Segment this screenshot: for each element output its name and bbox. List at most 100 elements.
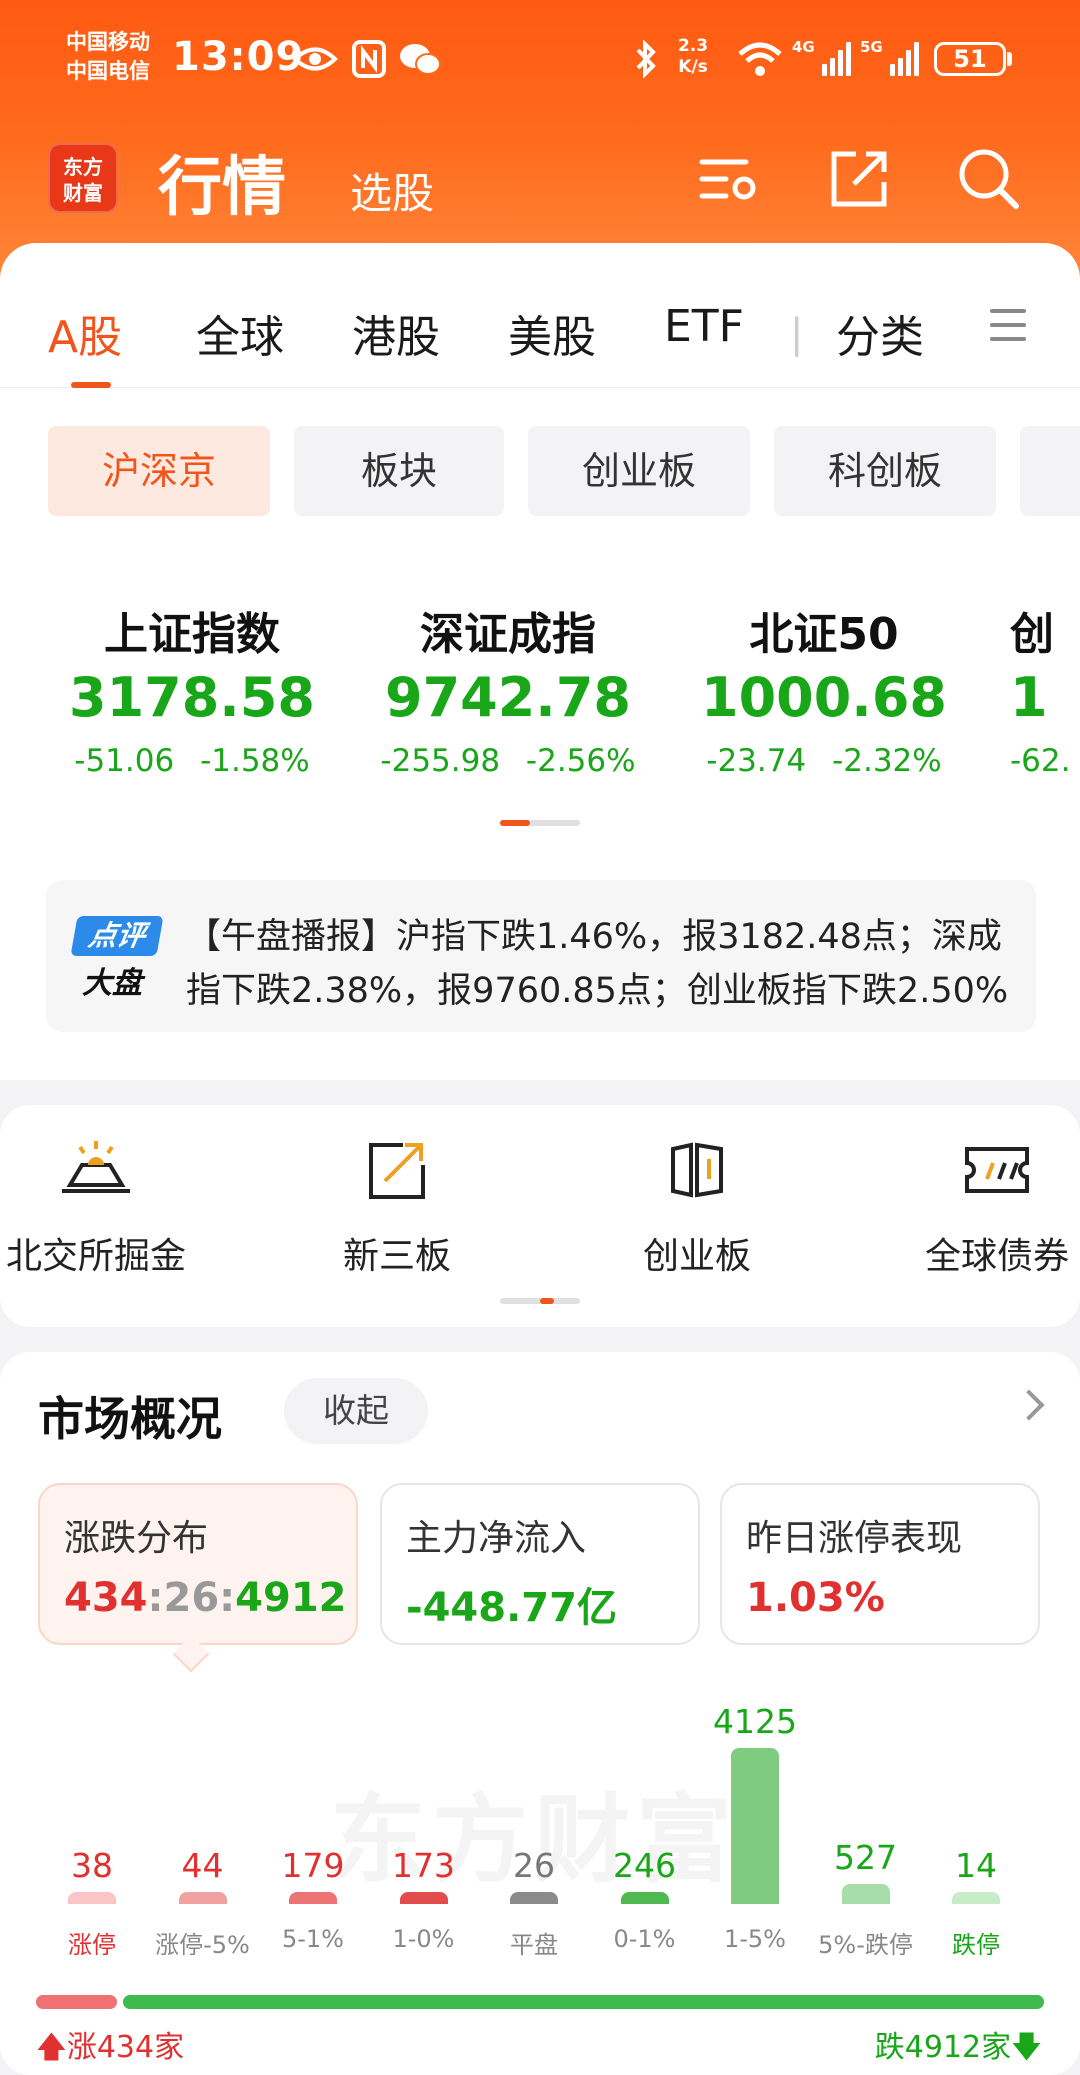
distribution-bar-value: 44 [181, 1846, 224, 1885]
index-change-abs: -23.74 [706, 743, 807, 779]
distribution-bar-label: 5%-跌停 [818, 1931, 913, 1959]
stat-yesterday-limit-up[interactable]: 昨日涨停表现 1.03% [720, 1483, 1040, 1645]
distribution-bar-label: 1-5% [723, 1925, 786, 1953]
commentary-badge-icon: 点评 大盘 [70, 916, 164, 1001]
distribution-bar-label: 涨停 [68, 1931, 116, 1959]
index-value: 9742.78 [385, 666, 631, 729]
index-value: 1000.68 [701, 666, 947, 729]
up-count: 434 [64, 1575, 148, 1621]
quick-entry-neeq[interactable]: 新三板 [267, 1135, 527, 1279]
index-card-szse[interactable]: 深证成指 9742.78 -255.98 -2.56% [358, 598, 658, 779]
battery-icon: 51 [934, 42, 1006, 76]
down-count: 4912 [235, 1575, 347, 1621]
index-card-sse[interactable]: 上证指数 3178.58 -51.06 -1.58% [42, 598, 342, 779]
distribution-bar-value: 246 [613, 1846, 676, 1885]
carrier-1: 中国移动 [66, 30, 150, 54]
stat-label: 主力净流入 [406, 1518, 587, 1559]
quick-entry-card: 北交所掘金 新三板 创业板 全球债券 [0, 1105, 1080, 1327]
commentary-badge-top: 点评 [70, 916, 164, 956]
tab-category[interactable]: 分类 [836, 301, 924, 365]
rise-total: 🡅涨434家 [36, 2030, 185, 2065]
quick-entry-chinext[interactable]: 创业板 [567, 1135, 827, 1279]
distribution-bar [289, 1892, 337, 1904]
index-name: 北证50 [749, 609, 899, 660]
distribution-bar [841, 1884, 890, 1904]
index-pager-dots [500, 820, 580, 826]
logo-text-bottom: 财富 [63, 181, 103, 205]
index-change: -62. [1010, 743, 1071, 779]
page-title[interactable]: 行情 [158, 136, 286, 228]
fall-total: 跌4912家🡇 [874, 2030, 1042, 2065]
carrier-info: 中国移动 中国电信 [66, 28, 150, 86]
index-card-bse50[interactable]: 北证50 1000.68 -23.74 -2.32% [674, 598, 974, 779]
index-change: -23.74 -2.32% [674, 743, 974, 779]
distribution-bar-label: 0-1% [613, 1925, 676, 1953]
subtab-shanghai-shenzhen-beijing[interactable]: 沪深京 [48, 426, 270, 516]
subtab-more[interactable] [1020, 426, 1080, 516]
stat-value: -448.77亿 [406, 1585, 617, 1631]
subtab-sector[interactable]: 板块 [294, 426, 504, 516]
settings-list-icon[interactable] [696, 146, 762, 212]
tab-etf[interactable]: ETF [664, 301, 744, 352]
rise-fall-ratio-bar [36, 1995, 1044, 2009]
distribution-bar-label: 跌停 [952, 1931, 1000, 1959]
index-change-abs: -51.06 [74, 743, 175, 779]
market-tabs: A股 全球 港股 美股 ETF | 分类 [0, 243, 1080, 388]
bluetooth-icon [636, 40, 656, 78]
quick-entry-label: 新三板 [342, 1236, 451, 1277]
distribution-bar [952, 1892, 1000, 1904]
status-bar: 中国移动 中国电信 13:09 2.3 K/s 4G 5G 51 [0, 0, 1080, 120]
search-icon[interactable] [956, 146, 1022, 212]
fall-ratio-segment [123, 1995, 1044, 2009]
wechat-icon [400, 44, 441, 75]
distribution-bar-label: 平盘 [510, 1931, 558, 1959]
network-speed-unit: K/s [678, 57, 708, 77]
tab-hk[interactable]: 港股 [352, 301, 440, 365]
subtab-star[interactable]: 科创板 [774, 426, 996, 516]
collapse-button[interactable]: 收起 [284, 1378, 428, 1444]
stat-main-net-inflow[interactable]: 主力净流入 -448.77亿 [380, 1483, 700, 1645]
commentary-badge-bottom: 大盘 [82, 966, 142, 1001]
signal-5g-label: 5G [860, 38, 883, 56]
quick-entry-label: 全球债券 [924, 1236, 1069, 1277]
stat-label: 昨日涨停表现 [746, 1518, 963, 1559]
market-commentary-banner[interactable]: 点评 大盘 【午盘播报】沪指下跌1.46%，报3182.48点；深成指下跌2.3… [46, 880, 1036, 1032]
tab-us[interactable]: 美股 [508, 301, 596, 365]
signal-4g-icon: 4G [792, 38, 851, 76]
market-overview-card: 市场概况 收起 涨跌分布 434:26:4912 主力净流入 -448.77亿 … [0, 1352, 1080, 2075]
distribution-bar-value: 14 [955, 1846, 997, 1885]
index-change: -255.98 -2.56% [358, 743, 658, 779]
quick-entry-label: 北交所掘金 [5, 1236, 186, 1277]
index-card-chinext-partial[interactable]: 创 1 -62. [1010, 598, 1080, 779]
rise-ratio-segment [36, 1995, 118, 2009]
chinext-board-icon [671, 1142, 723, 1198]
distribution-bar-value: 26 [513, 1846, 555, 1885]
commentary-text: 【午盘播报】沪指下跌1.46%，报3182.48点；深成指下跌2.38%，报97… [186, 917, 1009, 1011]
tab-global[interactable]: 全球 [196, 301, 284, 365]
distribution-bar-value: 173 [392, 1846, 455, 1885]
flat-count: 26 [163, 1575, 220, 1621]
index-name: 创 [1010, 609, 1054, 660]
share-icon[interactable] [826, 146, 892, 212]
stat-rise-fall-distribution[interactable]: 涨跌分布 434:26:4912 [38, 1483, 358, 1645]
distribution-bar-value: 38 [71, 1846, 113, 1885]
quick-entry-bse-gold[interactable]: 北交所掘金 [0, 1135, 226, 1279]
quick-entry-global-bonds[interactable]: 全球债券 [867, 1135, 1080, 1279]
stock-picker-tab[interactable]: 选股 [350, 160, 434, 221]
market-overview-title: 市场概况 [38, 1392, 222, 1446]
tab-a-shares[interactable]: A股 [48, 301, 122, 365]
subtab-chinext[interactable]: 创业板 [528, 426, 750, 516]
menu-icon[interactable] [990, 309, 1026, 345]
index-change: -51.06 -1.58% [42, 743, 342, 779]
logo-text-top: 东方 [63, 155, 103, 179]
network-speed: 2.3 K/s [678, 36, 708, 78]
app-logo[interactable]: 东方 财富 [48, 143, 118, 213]
chevron-right-icon[interactable] [1013, 1389, 1045, 1421]
rise-total-text: 涨434家 [66, 2030, 185, 2065]
distribution-bar [68, 1892, 116, 1904]
tab-partial-fade: | [790, 311, 804, 357]
distribution-bar-label: 涨停-5% [155, 1931, 250, 1959]
clock: 13:09 [172, 34, 305, 80]
distribution-bar [178, 1892, 227, 1904]
index-change-pct: -2.56% [525, 743, 636, 779]
